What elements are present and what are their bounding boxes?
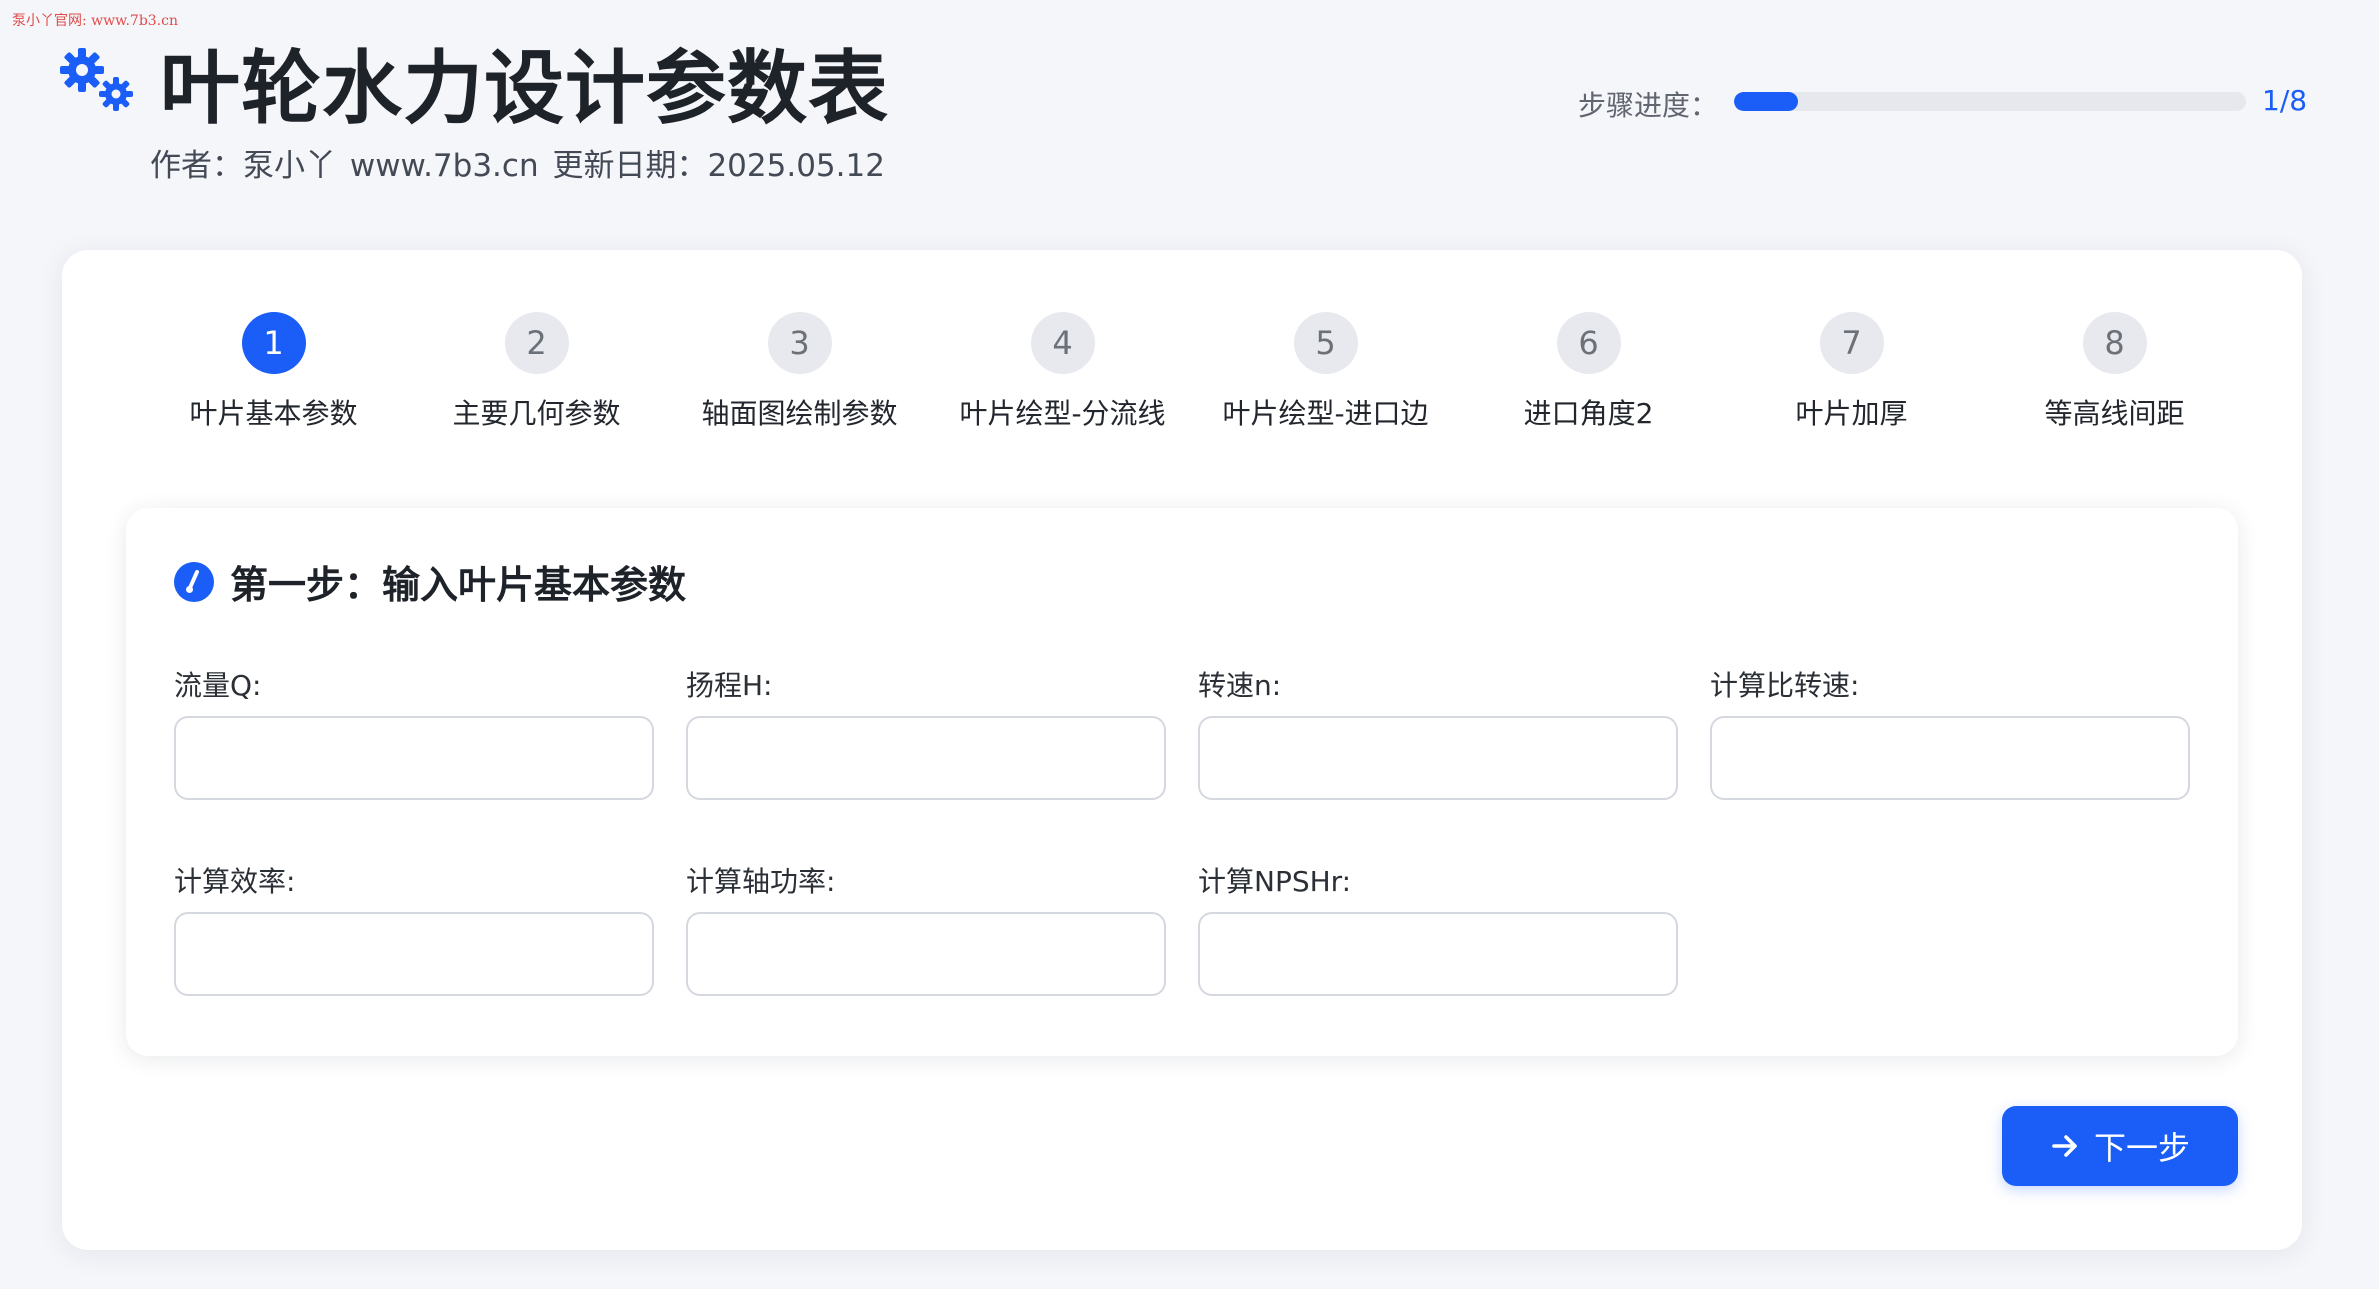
step-label: 叶片基本参数 — [189, 397, 358, 430]
field-label: 计算NPSHr: — [1198, 865, 1352, 898]
field-label: 流量Q: — [174, 669, 262, 702]
progress-label: 步骤进度： — [1578, 89, 1719, 122]
field-label: 计算比转速: — [1710, 669, 1860, 702]
step-7[interactable]: 7 叶片加厚 — [1720, 312, 1983, 432]
step-number: 8 — [2082, 312, 2147, 374]
efficiency-input[interactable] — [174, 912, 654, 996]
step-number: 7 — [1819, 312, 1884, 374]
field-label: 计算效率: — [174, 865, 296, 898]
step-5[interactable]: 5 叶片绘型-进口边 — [1194, 312, 1457, 432]
specific-speed-input[interactable] — [1710, 716, 2190, 800]
progress-fill — [1734, 92, 1798, 111]
step-1[interactable]: 1 叶片基本参数 — [142, 312, 405, 432]
field-speed-n: 转速n: — [1198, 664, 1678, 800]
step-number: 4 — [1030, 312, 1095, 374]
shaft-power-input[interactable] — [686, 912, 1166, 996]
app-subtitle: 作者：泵小丫 www.7b3.cn 更新日期：2025.05.12 — [150, 148, 885, 184]
step-number: 2 — [504, 312, 569, 374]
section-title: 第一步：输入叶片基本参数 — [230, 563, 687, 607]
step-number: 6 — [1556, 312, 1621, 374]
step-number: 5 — [1293, 312, 1358, 374]
arrow-right-icon — [2052, 1135, 2077, 1157]
step-6[interactable]: 6 进口角度2 — [1457, 312, 1720, 432]
app-title: 叶轮水力设计参数表 — [160, 42, 889, 135]
step-4[interactable]: 4 叶片绘型-分流线 — [931, 312, 1194, 432]
speed-n-input[interactable] — [1198, 716, 1678, 800]
step-8[interactable]: 8 等高线间距 — [1983, 312, 2246, 432]
flow-q-input[interactable] — [174, 716, 654, 800]
field-flow-q: 流量Q: — [174, 664, 654, 800]
field-npshr: 计算NPSHr: — [1198, 860, 1678, 996]
field-shaft-power: 计算轴功率: — [686, 860, 1166, 996]
next-step-label: 下一步 — [2093, 1129, 2190, 1167]
field-head-h: 扬程H: — [686, 664, 1166, 800]
step-label: 等高线间距 — [2044, 397, 2185, 430]
gauge-icon — [174, 561, 214, 602]
form-panel: 第一步：输入叶片基本参数 流量Q: 扬程H: 转速n: 计算比转速: 计算效率:… — [126, 508, 2238, 1056]
head-h-input[interactable] — [686, 716, 1166, 800]
main-card: 1 叶片基本参数 2 主要几何参数 3 轴面图绘制参数 4 叶片绘型-分流线 5… — [62, 250, 2302, 1250]
gears-icon — [58, 44, 142, 114]
next-step-button[interactable]: 下一步 — [2002, 1106, 2238, 1186]
step-label: 主要几何参数 — [452, 397, 621, 430]
field-label: 扬程H: — [686, 669, 773, 702]
step-2[interactable]: 2 主要几何参数 — [405, 312, 668, 432]
step-label: 叶片绘型-分流线 — [959, 397, 1166, 430]
step-label: 叶片加厚 — [1795, 397, 1908, 430]
field-efficiency: 计算效率: — [174, 860, 654, 996]
step-label: 叶片绘型-进口边 — [1222, 397, 1429, 430]
step-number: 1 — [241, 312, 306, 374]
progress-bar — [1734, 92, 2246, 111]
watermark: 泵小丫官网: www.7b3.cn — [12, 13, 178, 29]
section-header: 第一步：输入叶片基本参数 — [174, 554, 686, 609]
field-label: 转速n: — [1198, 669, 1282, 702]
progress-count: 1/8 — [2262, 84, 2308, 117]
step-number: 3 — [767, 312, 832, 374]
stepper: 1 叶片基本参数 2 主要几何参数 3 轴面图绘制参数 4 叶片绘型-分流线 5… — [142, 312, 2246, 432]
npshr-input[interactable] — [1198, 912, 1678, 996]
step-label: 进口角度2 — [1523, 397, 1654, 430]
step-3[interactable]: 3 轴面图绘制参数 — [668, 312, 931, 432]
field-label: 计算轴功率: — [686, 865, 836, 898]
step-label: 轴面图绘制参数 — [701, 397, 898, 430]
field-specific-speed: 计算比转速: — [1710, 664, 2190, 800]
